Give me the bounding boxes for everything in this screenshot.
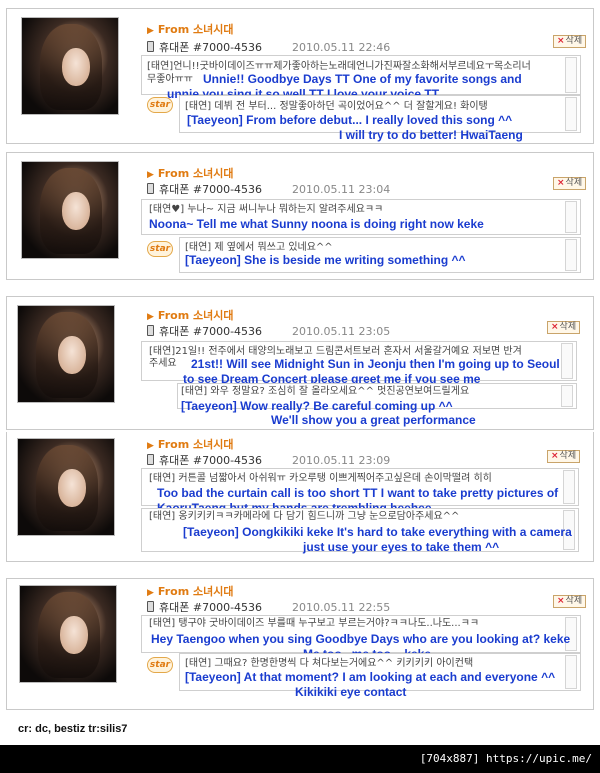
- reply-text-korean: [태연] 그때요? 한명한명씩 다 쳐다보는거에요^^ 키키키키 아이컨택: [185, 658, 474, 669]
- phone-icon: [147, 325, 154, 336]
- reply-translation: [Taeyeon] Wow really? Be careful coming …: [181, 399, 453, 413]
- post-card: ▶ From 소녀시대 휴대폰 #7000-4536 2010.05.11 23:0…: [6, 432, 594, 562]
- timestamp: 2010.05.11 23:04: [292, 183, 391, 196]
- scrollbar[interactable]: [563, 470, 575, 504]
- scrollbar[interactable]: [565, 239, 577, 271]
- scrollbar[interactable]: [565, 57, 577, 93]
- comment-text-korean: [태연] 탱구야 굿바이데이즈 부를때 누구보고 부르는거야?ㅋㅋ나도..나도.…: [149, 618, 480, 629]
- profile-photo: [17, 305, 115, 403]
- delete-button[interactable]: ×삭제: [553, 35, 587, 48]
- reply-translation: [Taeyeon] From before debut... I really …: [187, 113, 513, 127]
- arrow-icon: ▶: [147, 588, 154, 598]
- comment-translation: 21st!! Will see Midnight Sun in Jeonju t…: [191, 357, 560, 371]
- sender-label: ▶ From 소녀시대: [147, 309, 234, 322]
- phone-icon: [147, 183, 154, 194]
- comment-text-korean: 무좋아ㅠㅠ: [147, 74, 193, 85]
- phone-row: 휴대폰 #7000-4536 2010.05.11 23:04: [147, 181, 390, 197]
- scrollbar[interactable]: [565, 97, 577, 131]
- reply-text-korean: [태연] 와우 정말요? 조심히 잘 올라오세요^^ 멋진공연보여드릴게요: [181, 386, 470, 397]
- scrollbar[interactable]: [565, 655, 577, 689]
- timestamp: 2010.05.11 22:46: [292, 41, 391, 54]
- reply-translation: We'll show you a great performance: [271, 413, 476, 427]
- footer-bar: [704x887] https://upic.me/: [0, 745, 600, 773]
- post-card: ▶ From 소녀시대 휴대폰 #7000-4536 2010.05.11 22:4…: [6, 8, 594, 144]
- reply-translation: [Taeyeon] Oongkikiki keke It's hard to t…: [183, 525, 572, 539]
- sender-label: ▶ From 소녀시대: [147, 585, 234, 598]
- star-badge: star: [147, 97, 173, 113]
- reply-translation: Kikikiki eye contact: [295, 685, 407, 699]
- profile-photo: [21, 17, 119, 115]
- comment-translation: Noona~ Tell me what Sunny noona is doing…: [149, 217, 484, 231]
- star-badge: star: [147, 657, 173, 673]
- timestamp: 2010.05.11 23:09: [292, 454, 391, 467]
- profile-photo: [19, 585, 117, 683]
- arrow-icon: ▶: [147, 441, 154, 451]
- sender-label: ▶ From 소녀시대: [147, 438, 234, 451]
- reply-translation: I will try to do better! HwaiTaeng: [339, 128, 523, 142]
- post-card: ▶ From 소녀시대 휴대폰 #7000-4536 2010.05.11 23:0…: [6, 296, 594, 430]
- delete-button[interactable]: ×삭제: [553, 595, 587, 608]
- phone-icon: [147, 41, 154, 52]
- reply-translation: [Taeyeon] She is beside me writing somet…: [185, 253, 466, 267]
- delete-button[interactable]: ×삭제: [553, 177, 587, 190]
- profile-photo: [17, 438, 115, 536]
- phone-icon: [147, 601, 154, 612]
- comment-translation: Hey Taengoo when you sing Goodbye Days w…: [151, 632, 571, 646]
- comment-translation: Too bad the curtain call is too short TT…: [157, 486, 559, 500]
- star-badge: star: [147, 241, 173, 257]
- arrow-icon: ▶: [147, 312, 154, 322]
- phone-row: 휴대폰 #7000-4536 2010.05.11 23:05: [147, 323, 390, 339]
- scrollbar[interactable]: [565, 201, 577, 233]
- scrollbar[interactable]: [561, 343, 573, 379]
- phone-row: 휴대폰 #7000-4536 2010.05.11 22:55: [147, 599, 390, 615]
- comment-text-korean: [태연] 커튼콜 넘짧아서 아쉬워ㅠ 카오루탱 이쁘게찍어주고싶은데 손이막떨려…: [149, 473, 492, 484]
- reply-translation: just use your eyes to take them ^^: [303, 540, 500, 554]
- phone-icon: [147, 454, 154, 465]
- arrow-icon: ▶: [147, 170, 154, 180]
- delete-button[interactable]: ×삭제: [547, 450, 581, 463]
- sender-label: ▶ From 소녀시대: [147, 167, 234, 180]
- timestamp: 2010.05.11 22:55: [292, 601, 391, 614]
- credit-text: cr: dc, bestiz tr:silis7: [18, 723, 128, 735]
- comment-text-korean: 주세요: [149, 358, 177, 369]
- sender-label: ▶ From 소녀시대: [147, 23, 234, 36]
- scrollbar[interactable]: [561, 385, 573, 407]
- post-card: ▶ From 소녀시대 휴대폰 #7000-4536 2010.05.11 23:0…: [6, 152, 594, 280]
- footer-text[interactable]: [704x887] https://upic.me/: [420, 752, 592, 765]
- comment-translation: Unnie!! Goodbye Days TT One of my favori…: [203, 72, 522, 86]
- phone-row: 휴대폰 #7000-4536 2010.05.11 23:09: [147, 452, 390, 468]
- reply-text-korean: [태연] 옹키키키ㅋㅋ카메라에 다 담기 힘드니까 그냥 눈으로담아주세요^^: [149, 511, 460, 522]
- post-card: ▶ From 소녀시대 휴대폰 #7000-4536 2010.05.11 22:5…: [6, 578, 594, 710]
- arrow-icon: ▶: [147, 26, 154, 36]
- timestamp: 2010.05.11 23:05: [292, 325, 391, 338]
- phone-row: 휴대폰 #7000-4536 2010.05.11 22:46: [147, 39, 390, 55]
- comment-text-korean: [태연♥] 누나~ 지금 써니누나 뭐하는지 알려주세요ㅋㅋ: [149, 204, 384, 215]
- reply-text-korean: [태연] 데뷔 전 부터... 정말좋아하던 곡이었어요^^ 더 잘할게요! 화…: [185, 101, 488, 112]
- reply-translation: [Taeyeon] At that moment? I am looking a…: [185, 670, 556, 684]
- delete-button[interactable]: ×삭제: [547, 321, 581, 334]
- profile-photo: [21, 161, 119, 259]
